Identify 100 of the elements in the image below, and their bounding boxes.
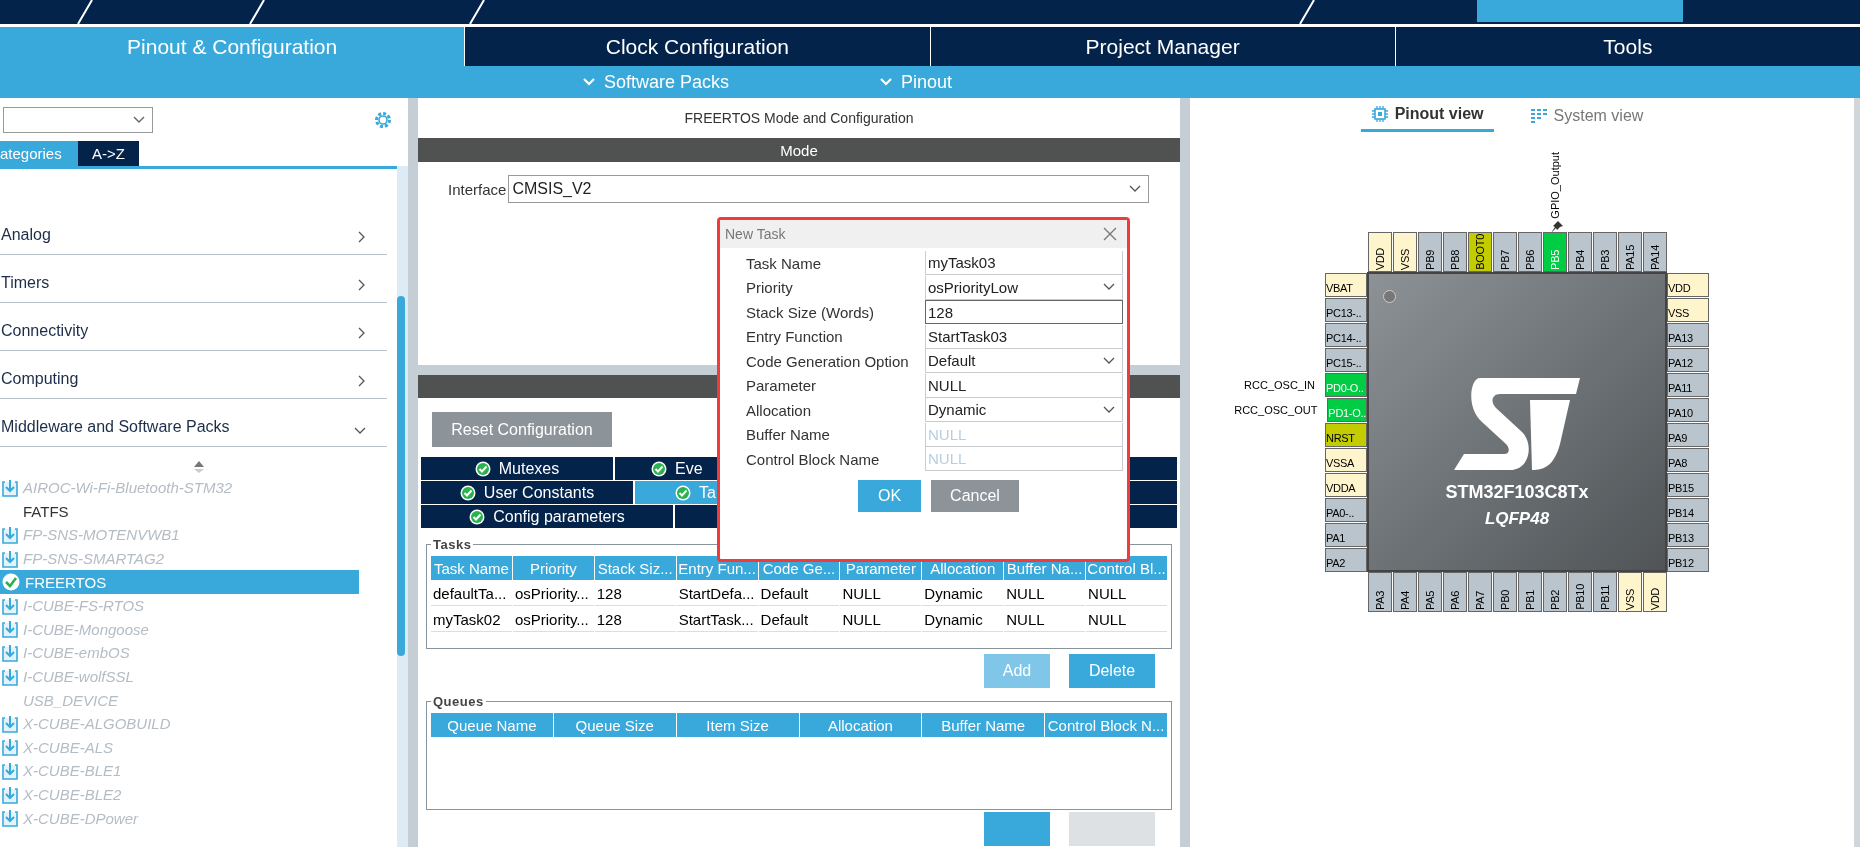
pin[interactable]: PB3 <box>1593 232 1617 272</box>
pin[interactable]: PB13 <box>1667 523 1709 547</box>
chevron-down-icon <box>582 77 596 87</box>
table-cell: NULL <box>1086 607 1167 632</box>
field-label: Interface <box>448 180 507 198</box>
table-cell: NULL <box>1004 581 1086 606</box>
main-tab[interactable]: Tools <box>1394 27 1860 66</box>
close-icon[interactable] <box>1103 227 1117 241</box>
settings-icon[interactable] <box>373 109 393 130</box>
input-field[interactable]: StartTask03 <box>925 324 1123 349</box>
input-field[interactable]: 128 <box>925 300 1123 325</box>
pin[interactable]: PA15 <box>1618 232 1642 272</box>
pin[interactable]: PB1 <box>1518 572 1542 612</box>
pin[interactable]: PB11 <box>1593 572 1617 612</box>
field-label: Entry Function <box>745 328 844 346</box>
table-cell: NULL <box>1086 581 1167 606</box>
table-cell: NULL <box>1004 607 1086 632</box>
field-label: Task Name <box>745 254 823 272</box>
category-row[interactable]: Analog <box>0 207 387 255</box>
pin[interactable]: VSS <box>1393 232 1417 272</box>
pin[interactable]: VDD <box>1368 232 1392 272</box>
category-label: Computing <box>1 370 79 388</box>
download-icon <box>2 620 18 639</box>
pin[interactable]: PC13-.. <box>1325 298 1367 322</box>
category-label: Analog <box>1 226 51 244</box>
pin[interactable]: NRST <box>1325 423 1367 447</box>
pin[interactable]: PA8 <box>1667 448 1709 472</box>
table-cell: Default <box>758 581 840 606</box>
pin[interactable]: VDDA <box>1325 473 1367 497</box>
pin[interactable]: PB4 <box>1568 232 1592 272</box>
pin[interactable]: PA1 <box>1325 523 1367 547</box>
pin[interactable]: PA4 <box>1393 572 1417 612</box>
pin[interactable]: PA13 <box>1667 323 1709 347</box>
check-icon <box>651 460 667 477</box>
pin[interactable]: PB2 <box>1543 572 1567 612</box>
pin[interactable]: PB10 <box>1568 572 1592 612</box>
pin[interactable]: VSSA <box>1325 448 1367 472</box>
pin[interactable]: VBAT <box>1325 273 1367 297</box>
pin[interactable]: PB7 <box>1493 232 1517 272</box>
select-field[interactable]: Default <box>925 349 1123 374</box>
pin[interactable]: PB6 <box>1518 232 1542 272</box>
input-field[interactable]: myTask03 <box>925 251 1123 276</box>
field-label: Buffer Name <box>745 426 831 444</box>
input-field[interactable]: NULL <box>925 373 1123 398</box>
pin[interactable]: PB9 <box>1418 232 1442 272</box>
pin[interactable]: PA10 <box>1667 398 1709 422</box>
interface-select[interactable]: CMSIS_V2 <box>508 175 1150 203</box>
category-row[interactable]: Middleware and Software Packs <box>0 399 387 447</box>
pin[interactable]: PB12 <box>1667 548 1709 572</box>
group-label: Tasks <box>432 537 473 552</box>
download-icon <box>2 478 18 497</box>
pin[interactable]: BOOT0 <box>1468 232 1492 272</box>
select-field[interactable]: Dynamic <box>925 398 1123 423</box>
view-tab[interactable]: A->Z <box>78 141 139 166</box>
pin[interactable]: PB8 <box>1443 232 1467 272</box>
pin[interactable]: PA0-.. <box>1325 498 1367 522</box>
bars-icon <box>1529 106 1548 125</box>
pin[interactable]: PA11 <box>1667 373 1709 397</box>
pin[interactable]: VDD <box>1667 273 1709 297</box>
pin[interactable]: VDD <box>1643 572 1667 612</box>
search-dropdown[interactable] <box>3 106 153 133</box>
pin[interactable]: PB14 <box>1667 498 1709 522</box>
table-cell: osPriority... <box>512 581 594 606</box>
table-cell: NULL <box>840 581 922 606</box>
category-row[interactable]: Timers <box>0 255 387 303</box>
group-label: Queues <box>432 694 485 709</box>
category-row[interactable]: Computing <box>0 351 387 399</box>
select-field[interactable]: osPriorityLow <box>925 275 1123 300</box>
pin[interactable]: PA14 <box>1643 232 1667 272</box>
pin[interactable]: PA3 <box>1368 572 1392 612</box>
pin[interactable]: PB15 <box>1667 473 1709 497</box>
caret-icon <box>1128 184 1143 194</box>
pin[interactable]: PC14-.. <box>1325 323 1367 347</box>
scrollbar[interactable] <box>397 166 408 847</box>
category-row[interactable]: Connectivity <box>0 303 387 351</box>
pin[interactable]: PA7 <box>1468 572 1492 612</box>
pin[interactable]: PB0 <box>1493 572 1517 612</box>
pushpin-icon <box>1549 219 1565 235</box>
table-cell: 128 <box>594 607 676 632</box>
table-cell: StartTask... <box>676 607 758 632</box>
pin[interactable]: PA6 <box>1443 572 1467 612</box>
pin[interactable]: VSS <box>1667 298 1709 322</box>
main-tab[interactable]: Project Manager <box>929 27 1395 66</box>
scroll-up-icon[interactable] <box>192 460 205 474</box>
package-item[interactable]: FATFS <box>0 499 359 524</box>
download-icon <box>2 549 18 568</box>
pin[interactable]: PA5 <box>1418 572 1442 612</box>
download-icon <box>2 809 18 828</box>
main-tab[interactable]: Clock Configuration <box>464 27 930 66</box>
download-icon <box>2 738 18 757</box>
view-tab[interactable]: System view <box>1519 101 1654 132</box>
pin[interactable]: PA2 <box>1325 548 1367 572</box>
pin[interactable]: VSS <box>1618 572 1642 612</box>
pin[interactable]: PA12 <box>1667 348 1709 372</box>
view-tab[interactable]: Pinout view <box>1360 101 1494 132</box>
pin[interactable]: PC15-.. <box>1325 348 1367 372</box>
download-icon <box>2 761 18 780</box>
pin[interactable]: PA9 <box>1667 423 1709 447</box>
table-cell: defaultTa... <box>431 581 512 606</box>
config-tab[interactable]: Config parameters <box>421 505 675 528</box>
